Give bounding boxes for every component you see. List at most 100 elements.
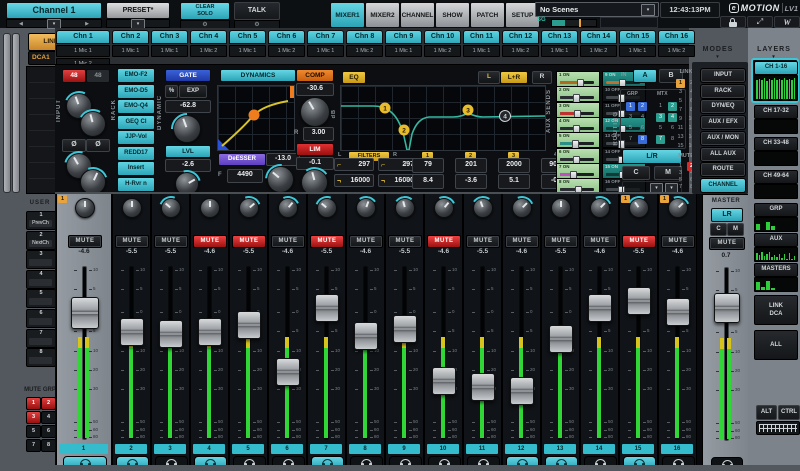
tab-channel[interactable]: CHANNEL [400,2,435,28]
comp-threshold-knob[interactable] [300,97,330,127]
eq-band-3-gain[interactable]: 5.1 [498,174,530,189]
fader-track[interactable]: 10505102030506080 [581,267,618,439]
fader-handle[interactable] [510,377,534,405]
pan-knob[interactable] [590,198,610,218]
link-num-15[interactable]: 15 [676,142,685,151]
fader-handle[interactable] [276,358,300,386]
mode-rack[interactable]: RACK [700,84,746,99]
channel-tab-8[interactable]: Chn 81 Mic 2 [346,30,383,57]
grp-assign-4[interactable]: 4 [638,113,647,122]
gate-exp-mode-button[interactable]: EXP [179,85,207,98]
clear-solo-button[interactable]: CLEAR SOLO [180,2,230,20]
user-button-1[interactable]: 1PrevCh [26,211,56,230]
user-button-3[interactable]: 3 [26,250,56,269]
link-num-1[interactable]: 1 [676,79,685,88]
keyboard-icon[interactable] [756,421,800,435]
pan-knob[interactable] [278,198,298,218]
aux-send-slider[interactable] [560,96,594,99]
mute-button[interactable]: MUTE [68,235,102,248]
aux-send-slider[interactable] [560,173,594,176]
scene-dropdown-icon[interactable]: ▾ [641,4,655,16]
gate-threshold-knob[interactable] [173,115,201,143]
mute-button[interactable]: MUTE [622,235,656,248]
lock-button[interactable] [720,16,746,28]
hpf-left-value[interactable]: ⌐ 297 [334,158,374,171]
rack-slot-7[interactable]: Insert [117,161,155,176]
grp-assign-6[interactable]: 6 [638,124,647,133]
layer-aux[interactable]: AUX [754,233,798,247]
mtx-assign-1[interactable]: 1 [656,102,665,111]
pan-knob[interactable] [239,198,259,218]
mute-button[interactable]: MUTE [583,235,617,248]
tab-show[interactable]: SHOW [435,2,470,28]
eq-lr-button[interactable]: L+R [500,71,528,84]
mute-button[interactable]: MUTE [232,235,266,248]
mute-button[interactable]: MUTE [505,235,539,248]
pan-knob[interactable] [200,198,220,218]
gate-range-icon[interactable]: % [165,85,178,98]
layer-ch-1-16[interactable]: CH 1-16 [754,61,798,75]
fader-track[interactable]: 10505102030506080 [425,267,462,439]
mute-button[interactable]: MUTE [154,235,188,248]
deesser-button[interactable]: DeESSER [218,153,266,166]
mute-grp-5[interactable]: 5 [26,425,41,438]
fader-handle[interactable] [354,322,378,350]
input-gain-b-knob[interactable] [80,111,106,137]
user-button-5[interactable]: 5 [26,289,56,308]
user-button-6[interactable]: 6 [26,309,56,328]
grp-assign-5[interactable]: 5 [626,124,635,133]
mode-input[interactable]: INPUT [700,68,746,83]
mtx-assign-7[interactable]: 7 [656,135,665,144]
center-assign-button[interactable]: C [622,166,650,180]
user-button-4[interactable]: 4 [26,270,56,289]
comp-ratio-value[interactable]: 3.00 [303,127,334,141]
channel-tab-15[interactable]: Chn 151 Mic 1 [619,30,656,57]
aux-send-slider[interactable] [560,112,594,115]
rack-slot-8[interactable]: H-Rvr n [117,177,155,192]
fader-handle[interactable] [627,287,651,315]
limiter-header[interactable]: LIM [296,143,334,156]
input-a-button[interactable]: A [633,69,657,83]
channel-selector-arrows[interactable]: ◀ ▾ ▶ [6,19,102,28]
mute-button[interactable]: MUTE [388,235,422,248]
preset-button[interactable]: PRESET* [106,2,170,19]
aux-send-slider[interactable] [560,188,594,191]
channel-tab-13[interactable]: Chn 131 Mic 1 [541,30,578,57]
gate-threshold-value[interactable]: -62.8 [165,100,211,113]
channel-tab-16[interactable]: Chn 161 Mic 2 [658,30,695,57]
layer-link-dca[interactable]: LINK DCA [754,295,798,325]
layer-ch-49-64[interactable]: CH 49-64 [754,170,798,184]
fader-handle[interactable] [159,320,183,348]
fader-track[interactable]: 10505102030506080 [659,267,696,439]
fader-handle[interactable] [315,294,339,322]
mode-channel[interactable]: CHANNEL [700,178,746,193]
fader-handle[interactable] [432,367,456,395]
tab-patch[interactable]: PATCH [470,2,505,28]
deesser-freq-value[interactable]: 4490 [227,169,263,183]
fader-handle[interactable] [393,315,417,343]
mute-button[interactable]: MUTE [349,235,383,248]
master-mute-button[interactable]: MUTE [709,237,745,250]
alt-button[interactable]: ALT [756,405,777,420]
aux-send-6[interactable]: 6 ON [556,148,600,164]
layer-ch-17-32[interactable]: CH 17-32 [754,105,798,119]
master-c-button[interactable]: C [710,223,727,236]
eq-left-button[interactable]: L [478,71,500,84]
channel-dropdown-icon[interactable]: ▾ [47,19,61,29]
master-fader-handle[interactable] [714,293,740,323]
mute-button[interactable]: MUTE [544,235,578,248]
fader-track[interactable]: 10505102030506080 [542,267,579,439]
talk-button[interactable]: TALK [234,2,280,20]
mute-button[interactable]: MUTE [271,235,305,248]
mtx-assign-3[interactable]: 3 [656,113,665,122]
rack-slot-5[interactable]: JJP-Vol [117,130,155,145]
rack-slot-3[interactable]: EMO-Q4 [117,99,155,114]
channel-tab-4[interactable]: Chn 41 Mic 2 [190,30,227,57]
pan-knob[interactable] [551,198,571,218]
mute-button[interactable]: MUTE [661,235,695,248]
rack-slot-2[interactable]: EMO-D5 [117,84,155,99]
modes-title[interactable]: MODES▾ [692,46,744,60]
mode-all-aux[interactable]: ALL AUX [700,147,746,162]
user-button-7[interactable]: 7 [26,329,56,348]
pan-knob[interactable] [434,198,454,218]
